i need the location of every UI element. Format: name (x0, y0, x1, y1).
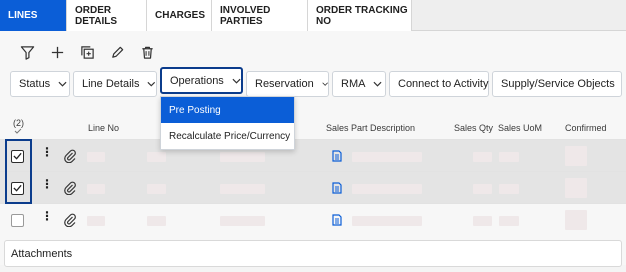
sales-qty-value (473, 152, 492, 162)
cell-value (220, 184, 265, 194)
chevron-down-icon (232, 78, 241, 84)
row-checkbox[interactable] (11, 214, 24, 227)
line-no-value (87, 184, 105, 194)
column-sales-qty[interactable]: Sales Qty (454, 123, 493, 133)
description-value (352, 152, 422, 162)
row-menu-icon[interactable]: ⋮ (41, 210, 53, 222)
tab-lines[interactable]: LINES (0, 0, 67, 31)
operations-dropdown-button[interactable]: Operations (160, 67, 243, 94)
sales-uom-value (499, 184, 519, 194)
column-line-no[interactable]: Line No (88, 123, 119, 133)
document-icon[interactable] (332, 214, 342, 226)
add-icon[interactable] (49, 44, 65, 60)
cell-value (147, 152, 166, 162)
edit-icon[interactable] (109, 44, 125, 60)
selected-count: (2) (13, 118, 24, 128)
table-row[interactable]: ⋮ (0, 171, 626, 203)
chevron-down-icon (147, 81, 156, 87)
column-confirmed[interactable]: Confirmed (565, 123, 607, 133)
chevron-down-icon (322, 82, 328, 86)
cell-value (220, 216, 265, 226)
column-sales-uom[interactable]: Sales UoM (498, 123, 542, 133)
sales-uom-value (499, 152, 519, 162)
table-row[interactable]: ⋮ (0, 203, 626, 235)
cell-value (220, 152, 265, 162)
attachment-clip-icon[interactable] (63, 149, 77, 163)
menu-item-pre-posting[interactable]: Pre Posting (161, 97, 294, 123)
attachments-panel[interactable]: Attachments (4, 240, 622, 267)
tab-charges[interactable]: CHARGES (147, 0, 212, 31)
operations-menu: Pre Posting Recalculate Price/Currency (160, 96, 295, 150)
attachment-clip-icon[interactable] (63, 181, 77, 195)
confirmed-value (565, 146, 587, 166)
sales-qty-value (473, 184, 492, 194)
sales-uom-value (499, 216, 519, 226)
duplicate-icon[interactable] (79, 44, 95, 60)
confirmed-value (565, 210, 587, 230)
connect-to-activity-button[interactable]: Connect to Activity (389, 71, 489, 97)
sales-qty-value (473, 216, 492, 226)
rma-filter-button[interactable]: RMA (332, 71, 386, 97)
menu-item-recalculate-price-currency[interactable]: Recalculate Price/Currency (161, 123, 294, 149)
table-row[interactable]: ⋮ (0, 139, 626, 171)
cell-value (147, 184, 166, 194)
chevron-down-icon (58, 81, 67, 87)
description-value (352, 184, 422, 194)
check-icon (14, 128, 22, 134)
cell-value (147, 216, 166, 226)
reservation-filter-button[interactable]: Reservation (246, 71, 329, 97)
tab-involved-parties[interactable]: INVOLVED PARTIES (212, 0, 308, 31)
filter-icon[interactable] (19, 44, 35, 60)
tab-order-tracking-no[interactable]: ORDER TRACKING NO (308, 0, 412, 31)
line-details-filter-button[interactable]: Line Details (73, 71, 157, 97)
grid-header: (2) Line No Sales Part Description Sales… (0, 116, 626, 138)
attachment-clip-icon[interactable] (63, 213, 77, 227)
column-sales-part-description[interactable]: Sales Part Description (326, 123, 415, 133)
confirmed-value (565, 178, 587, 198)
description-value (352, 216, 422, 226)
delete-icon[interactable] (139, 44, 155, 60)
tab-order-details[interactable]: ORDER DETAILS (67, 0, 147, 31)
supply-service-objects-filter-button[interactable]: Supply/Service Objects (492, 71, 622, 97)
document-icon[interactable] (332, 182, 342, 194)
row-menu-icon[interactable]: ⋮ (41, 146, 53, 158)
attachments-label: Attachments (11, 247, 73, 260)
document-icon[interactable] (332, 150, 342, 162)
tab-bar: LINES ORDER DETAILS CHARGES INVOLVED PAR… (0, 0, 626, 31)
line-no-value (87, 216, 105, 226)
chevron-down-icon (373, 81, 382, 87)
row-menu-icon[interactable]: ⋮ (41, 178, 53, 190)
status-filter-button[interactable]: Status (10, 71, 70, 97)
line-no-value (87, 152, 105, 162)
selected-checkboxes-highlight (5, 139, 32, 204)
